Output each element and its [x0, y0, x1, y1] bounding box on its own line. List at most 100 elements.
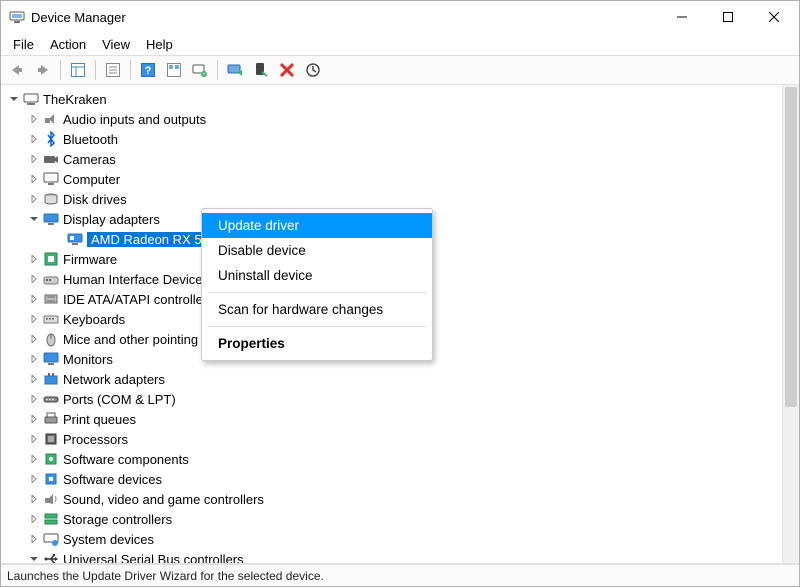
tree-category[interactable]: Sound, video and game controllers	[3, 489, 797, 509]
tree-root-label: TheKraken	[43, 92, 107, 107]
tree-category[interactable]: Universal Serial Bus controllers	[3, 549, 797, 564]
minimize-button[interactable]	[659, 1, 705, 33]
menubar: File Action View Help	[1, 33, 799, 55]
expander-icon[interactable]	[27, 132, 41, 146]
expander-icon[interactable]	[27, 492, 41, 506]
expander-icon[interactable]	[27, 532, 41, 546]
category-icon	[43, 371, 59, 387]
tree-category[interactable]: Bluetooth	[3, 129, 797, 149]
expander-icon[interactable]	[27, 192, 41, 206]
expander-icon[interactable]	[27, 112, 41, 126]
update-driver-button[interactable]	[223, 58, 247, 82]
tree-category[interactable]: System devices	[3, 529, 797, 549]
context-menu-item[interactable]: Disable device	[202, 238, 432, 263]
tree-category[interactable]: Audio inputs and outputs	[3, 109, 797, 129]
device-icon	[67, 231, 83, 247]
tree-category-label: Sound, video and game controllers	[63, 492, 264, 507]
category-icon	[43, 191, 59, 207]
tree-category[interactable]: Computer	[3, 169, 797, 189]
expander-icon[interactable]	[27, 312, 41, 326]
expander-icon[interactable]	[27, 452, 41, 466]
tree-root[interactable]: TheKraken	[3, 89, 797, 109]
disable-device-button[interactable]	[249, 58, 273, 82]
expander-icon[interactable]	[27, 172, 41, 186]
category-icon	[43, 171, 59, 187]
svg-text:?: ?	[145, 65, 152, 77]
device-tree-panel: TheKraken Audio inputs and outputs Bluetoo…	[1, 85, 799, 564]
tree-category[interactable]: Cameras	[3, 149, 797, 169]
window-controls	[659, 1, 797, 33]
scrollbar-thumb[interactable]	[785, 87, 797, 407]
scrollbar-vertical[interactable]	[782, 85, 799, 563]
tree-category-label: Computer	[63, 172, 120, 187]
close-button[interactable]	[751, 1, 797, 33]
tree-category-label: Software devices	[63, 472, 162, 487]
tree-category-label: Software components	[63, 452, 189, 467]
properties-button[interactable]	[101, 58, 125, 82]
expander-icon[interactable]	[27, 412, 41, 426]
expander-icon[interactable]	[27, 512, 41, 526]
menu-view[interactable]: View	[94, 35, 138, 54]
category-icon	[43, 151, 59, 167]
expander-icon[interactable]	[27, 432, 41, 446]
context-menu-item[interactable]: Properties	[202, 331, 432, 356]
expander-icon[interactable]	[27, 352, 41, 366]
show-hide-tree-button[interactable]	[66, 58, 90, 82]
tree-category[interactable]: Disk drives	[3, 189, 797, 209]
category-icon	[43, 291, 59, 307]
category-icon	[43, 551, 59, 564]
expander-icon[interactable]	[27, 392, 41, 406]
expander-icon[interactable]	[27, 332, 41, 346]
back-button[interactable]	[5, 58, 29, 82]
expander-icon[interactable]	[27, 212, 41, 226]
tree-category-label: Cameras	[63, 152, 116, 167]
forward-button[interactable]	[31, 58, 55, 82]
menu-file[interactable]: File	[5, 35, 42, 54]
scan-button[interactable]	[301, 58, 325, 82]
tree-category[interactable]: Processors	[3, 429, 797, 449]
context-menu-separator	[208, 326, 426, 327]
tree-category[interactable]: Software devices	[3, 469, 797, 489]
category-icon	[43, 211, 59, 227]
uninstall-device-button[interactable]	[275, 58, 299, 82]
category-icon	[43, 351, 59, 367]
help-button[interactable]: ?	[136, 58, 160, 82]
context-menu-item[interactable]: Uninstall device	[202, 263, 432, 288]
category-icon	[43, 331, 59, 347]
menu-action[interactable]: Action	[42, 35, 94, 54]
category-icon	[43, 491, 59, 507]
tree-category-label: Keyboards	[63, 312, 125, 327]
tree-category-label: Network adapters	[63, 372, 165, 387]
expander-icon[interactable]	[27, 292, 41, 306]
expander-icon[interactable]	[27, 272, 41, 286]
category-icon	[43, 531, 59, 547]
tree-category-label: Processors	[63, 432, 128, 447]
action-button[interactable]	[162, 58, 186, 82]
context-menu-item[interactable]: Update driver	[202, 213, 432, 238]
statusbar: Launches the Update Driver Wizard for th…	[1, 564, 799, 586]
tree-category[interactable]: Print queues	[3, 409, 797, 429]
context-menu: Update driverDisable deviceUninstall dev…	[201, 208, 433, 361]
svg-text:+: +	[202, 72, 206, 78]
toolbar: ? +	[1, 55, 799, 85]
computer-icon	[23, 91, 39, 107]
tree-category[interactable]: Software components	[3, 449, 797, 469]
app-icon	[9, 9, 25, 25]
expander-icon[interactable]	[27, 472, 41, 486]
expander-icon[interactable]	[27, 552, 41, 564]
scan-hardware-button[interactable]: +	[188, 58, 212, 82]
tree-category[interactable]: Ports (COM & LPT)	[3, 389, 797, 409]
context-menu-item[interactable]: Scan for hardware changes	[202, 297, 432, 322]
category-icon	[43, 431, 59, 447]
expander-icon[interactable]	[27, 152, 41, 166]
expander-icon[interactable]	[27, 372, 41, 386]
menu-help[interactable]: Help	[138, 35, 181, 54]
tree-category-label: Monitors	[63, 352, 113, 367]
expander-icon[interactable]	[27, 252, 41, 266]
expander-icon[interactable]	[7, 92, 21, 106]
tree-category[interactable]: Storage controllers	[3, 509, 797, 529]
tree-category-label: Bluetooth	[63, 132, 118, 147]
tree-category[interactable]: Network adapters	[3, 369, 797, 389]
maximize-button[interactable]	[705, 1, 751, 33]
tree-category-label: Firmware	[63, 252, 117, 267]
